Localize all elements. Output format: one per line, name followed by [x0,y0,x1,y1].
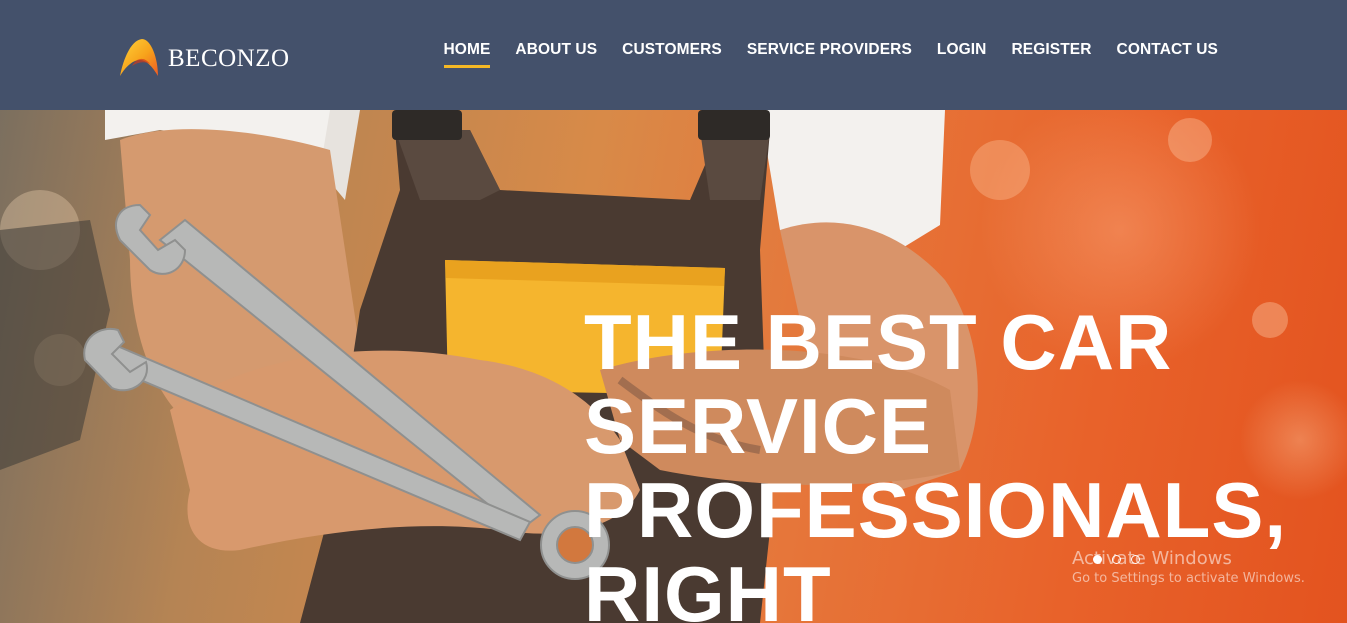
nav-service-providers[interactable]: SERVICE PROVIDERS [747,41,912,65]
nav-customers[interactable]: CUSTOMERS [622,41,722,65]
nav-home[interactable]: HOME [443,41,491,68]
main-nav: HOME ABOUT US CUSTOMERS SERVICE PROVIDER… [443,41,1219,68]
nav-about-us[interactable]: ABOUT US [515,41,597,65]
logo-icon [120,39,158,76]
brand-logo[interactable]: BECONZO [118,36,290,78]
nav-register[interactable]: REGISTER [1011,41,1091,65]
hero-title-line-2: SERVICE [584,382,933,470]
watermark-subtitle: Go to Settings to activate Windows. [1072,571,1305,586]
watermark-title: Activate Windows [1072,548,1232,569]
hero-title-line-1: THE BEST CAR [584,298,1173,386]
activate-windows-watermark: Activate Windows Go to Settings to activ… [1072,548,1305,586]
nav-contact-us[interactable]: CONTACT US [1117,41,1218,65]
nav-login[interactable]: LOGIN [937,41,987,65]
site-header: BECONZO HOME ABOUT US CUSTOMERS SERVICE … [0,0,1347,110]
hero-banner: THE BEST CAR SERVICE PROFESSIONALS, RIGH… [0,110,1347,623]
brand-name: BECONZO [168,45,290,72]
hero-title-line-3: PROFESSIONALS, [584,466,1288,554]
